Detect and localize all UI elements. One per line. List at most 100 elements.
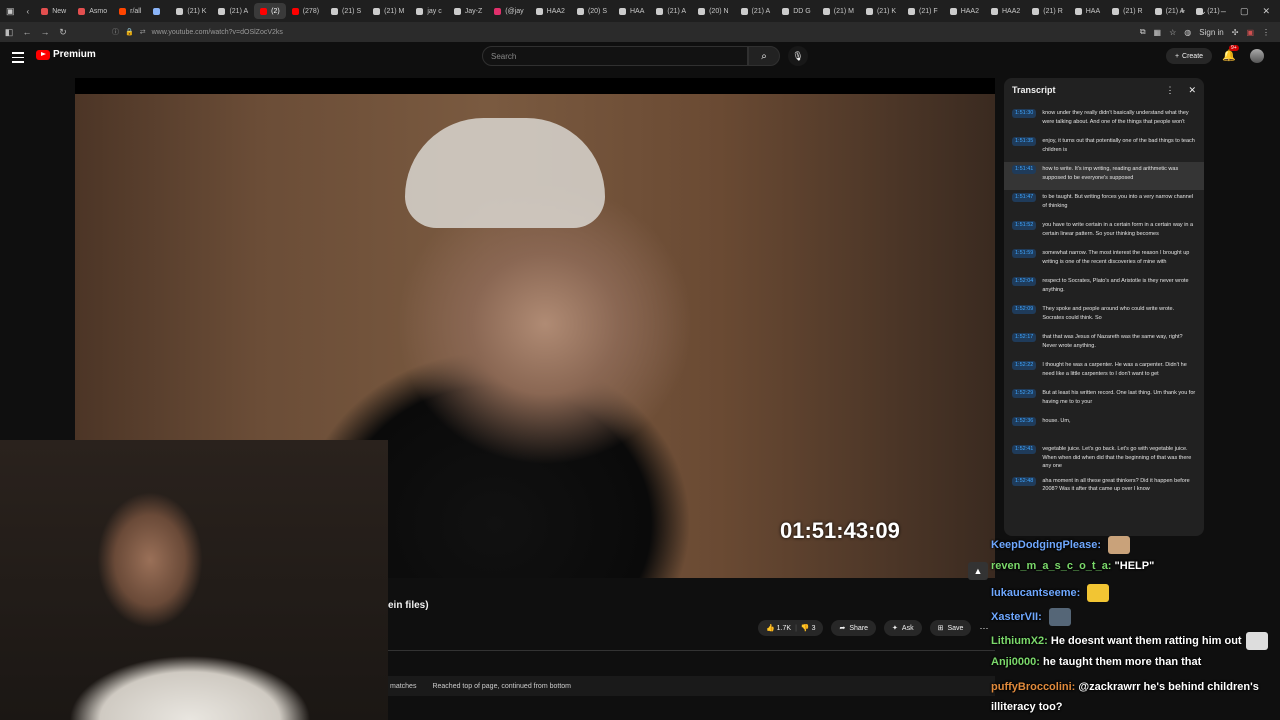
segment-timestamp[interactable]: 1:51:41 — [1012, 165, 1037, 174]
browser-tab[interactable]: HAA — [1069, 3, 1106, 19]
share-button[interactable]: ➦ Share — [831, 620, 877, 636]
segment-timestamp[interactable]: 1:52:22 — [1012, 361, 1037, 370]
tab-scroll-left-icon[interactable]: ‹ — [21, 3, 36, 19]
browser-tab[interactable]: Asmo — [72, 3, 113, 19]
browser-tab[interactable]: (21) R — [1106, 3, 1148, 19]
sign-in-button[interactable]: Sign in — [1199, 28, 1223, 37]
dislike-button[interactable]: 👎 3 — [801, 624, 816, 632]
forward-icon[interactable]: → — [36, 27, 54, 37]
extensions-puzzle-icon[interactable]: ✣ — [1232, 28, 1239, 37]
like-button[interactable]: 👍 1.7K — [766, 624, 791, 632]
segment-timestamp[interactable]: 1:52:09 — [1012, 305, 1037, 314]
chat-username[interactable]: LithiumX2: — [991, 635, 1048, 647]
browser-tab[interactable]: HAA2 — [985, 3, 1026, 19]
transcript-segment[interactable]: 1:52:22 I thought he was a carpenter. He … — [1004, 358, 1204, 386]
browser-tab[interactable]: Jay-Z — [448, 3, 489, 19]
microphone-icon[interactable]: 🎙 — [788, 46, 808, 66]
save-button[interactable]: ⊞ Save — [929, 620, 972, 636]
url-field[interactable]: ⓘ 🔒 ⇄ www.youtube.com/watch?v=dOSlZocV2k… — [112, 25, 283, 39]
transcript-segment[interactable]: 1:51:47 to be taught. But writing forces … — [1004, 190, 1204, 218]
segment-timestamp[interactable]: 1:52:48 — [1012, 476, 1037, 486]
browser-tab[interactable]: HAA2 — [530, 3, 571, 19]
segment-timestamp[interactable]: 1:51:59 — [1012, 249, 1037, 258]
transcript-segment[interactable]: 1:52:41 vegetable juice. Let's go back. L… — [1004, 442, 1204, 474]
segment-timestamp[interactable]: 1:52:41 — [1012, 445, 1037, 454]
more-options-icon[interactable]: ⋮ — [1165, 85, 1174, 96]
browser-tab[interactable]: r/all — [113, 3, 147, 19]
browser-tab[interactable]: (21) A — [650, 3, 692, 19]
segment-timestamp[interactable]: 1:52:36 — [1012, 417, 1037, 426]
sidebar-icon[interactable]: ◧ — [0, 27, 18, 38]
browser-tab[interactable] — [147, 3, 170, 19]
tab-search-icon[interactable]: ⌄ — [1199, 6, 1207, 17]
chat-username[interactable]: lukaucantseeme: — [991, 587, 1080, 599]
transcript-segment[interactable]: 1:52:09 They spoke and people around who … — [1004, 302, 1204, 330]
transcript-segment[interactable]: 1:52:29 But at least his written record. … — [1004, 386, 1204, 414]
segment-timestamp[interactable]: 1:51:52 — [1012, 221, 1037, 230]
shield-extension-icon[interactable]: ▣ — [1246, 28, 1254, 37]
new-tab-icon[interactable]: + — [1180, 6, 1185, 16]
browser-tab[interactable]: (21) M — [817, 3, 860, 19]
segment-timestamp[interactable]: 1:52:17 — [1012, 333, 1037, 342]
chat-username[interactable]: puffyBroccolini: — [991, 681, 1075, 693]
chat-username[interactable]: XasterVII: — [991, 611, 1042, 623]
extension-icon[interactable]: ▦ — [1154, 28, 1162, 37]
browser-tab[interactable]: HAA — [613, 3, 650, 19]
segment-timestamp[interactable]: 1:51:47 — [1012, 193, 1037, 202]
segment-timestamp[interactable]: 1:51:35 — [1012, 137, 1037, 146]
browser-tab[interactable]: (21) A — [735, 3, 777, 19]
browser-tab[interactable]: (278) — [286, 3, 325, 19]
segment-timestamp[interactable]: 1:51:30 — [1012, 109, 1037, 118]
back-icon[interactable]: ← — [18, 27, 36, 37]
transcript-segment[interactable]: 1:51:52 you have to write certain in a ce… — [1004, 218, 1204, 246]
chat-username[interactable]: KeepDodgingPlease: — [991, 539, 1101, 551]
transcript-segment[interactable]: 1:52:17 that that was Jesus of Nazareth w… — [1004, 330, 1204, 358]
transcript-segment[interactable]: 1:52:48 aha moment in all these great thi… — [1004, 474, 1204, 502]
segment-text: that that was Jesus of Nazareth was the … — [1042, 334, 1183, 349]
browser-tab[interactable]: (21) S — [325, 3, 367, 19]
chat-username[interactable]: Anji0000: — [991, 656, 1040, 668]
browser-tab[interactable]: (21) K — [170, 3, 212, 19]
site-info-icon[interactable]: ⓘ — [112, 27, 119, 37]
segment-timestamp[interactable]: 1:52:29 — [1012, 389, 1037, 398]
transcript-segment[interactable]: 1:52:36 house. Um, — [1004, 414, 1204, 442]
transcript-segment[interactable]: 1:51:35 enjoy, it turns out that potentia… — [1004, 134, 1204, 162]
search-input[interactable]: Search — [482, 46, 748, 66]
maximize-icon[interactable]: ▢ — [1240, 6, 1249, 17]
browser-tab[interactable]: jay c — [410, 3, 447, 19]
sidebar-toggle-icon[interactable]: ▣ — [0, 3, 21, 19]
browser-tab[interactable]: (2) — [254, 3, 286, 19]
browser-tab[interactable]: (21) K — [860, 3, 902, 19]
create-button[interactable]: + Create — [1166, 48, 1212, 64]
browser-tab[interactable]: (20) S — [571, 3, 613, 19]
close-icon[interactable]: ✕ — [1188, 85, 1196, 96]
youtube-logo[interactable]: Premium — [36, 49, 96, 60]
bookmark-star-icon[interactable]: ☆ — [1169, 28, 1176, 37]
transcript-segment[interactable]: 1:51:41 how to write. It's imp writing, r… — [1004, 162, 1204, 190]
chat-username[interactable]: reven_m_a_s_c_o_t_a: — [991, 560, 1111, 572]
profile-icon[interactable]: ◍ — [1184, 28, 1191, 37]
browser-tab[interactable]: New — [35, 3, 72, 19]
browser-tab[interactable]: DD G — [776, 3, 817, 19]
browser-tab[interactable]: (21) M — [367, 3, 410, 19]
browser-tab[interactable]: (21) A — [212, 3, 254, 19]
ask-button[interactable]: ✦ Ask — [884, 620, 922, 636]
transcript-segment[interactable]: 1:51:59 somewhat narrow. The most interes… — [1004, 246, 1204, 274]
cast-icon[interactable]: ⧉ — [1140, 27, 1146, 37]
segment-timestamp[interactable]: 1:52:04 — [1012, 277, 1037, 286]
search-icon[interactable]: ⌕ — [748, 46, 780, 66]
browser-tab[interactable]: (21) F — [902, 3, 944, 19]
reload-icon[interactable]: ↻ — [54, 27, 72, 38]
browser-tab[interactable]: (21) R — [1026, 3, 1068, 19]
browser-tab[interactable]: (@jay — [488, 3, 529, 19]
browser-menu-icon[interactable]: ⋮ — [1262, 28, 1270, 37]
minimize-icon[interactable]: – — [1221, 6, 1226, 16]
transcript-segment[interactable]: 1:51:30 know under they really didn't bas… — [1004, 106, 1204, 134]
transcript-header: Transcript ⋮ ✕ — [1004, 78, 1204, 102]
hamburger-menu-icon[interactable] — [12, 52, 24, 66]
browser-tab[interactable]: HAA2 — [944, 3, 985, 19]
transcript-segment[interactable]: 1:52:04 respect to Socrates, Plato's and … — [1004, 274, 1204, 302]
browser-tab[interactable]: (20) N — [692, 3, 734, 19]
close-window-icon[interactable]: ✕ — [1262, 6, 1270, 17]
avatar[interactable] — [1250, 49, 1264, 63]
